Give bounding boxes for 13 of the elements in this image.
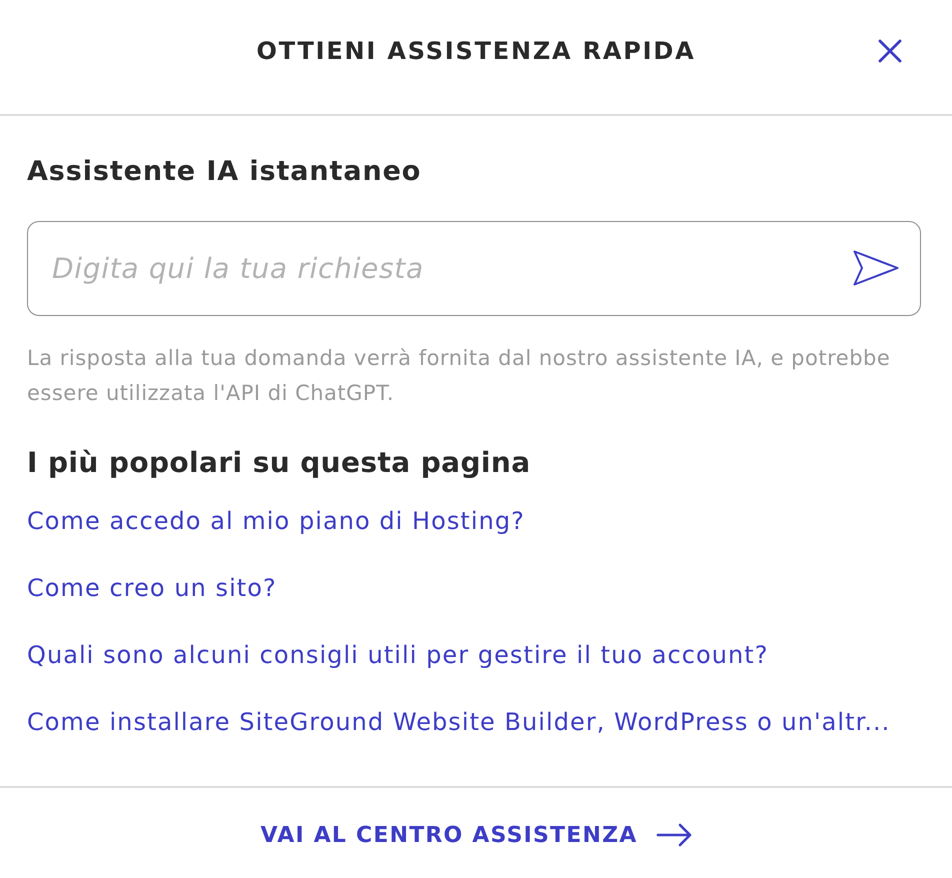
- section-heading: I più popolari su questa pagina: [27, 446, 532, 480]
- close-icon[interactable]: [878, 39, 902, 63]
- faq-link[interactable]: Come installare SiteGround Website Builder, WordPress o un'altr...: [27, 705, 890, 739]
- query-field[interactable]: Digita qui la tua richiesta: [27, 221, 921, 316]
- help-center-link[interactable]: VAI AL CENTRO ASSISTENZA: [260, 822, 638, 848]
- faq-link[interactable]: Come creo un sito?: [27, 571, 277, 605]
- send-icon[interactable]: [853, 250, 899, 286]
- section-heading: Assistente IA istantaneo: [27, 156, 422, 188]
- dialog-title: OTTIENI ASSISTENZA RAPIDA: [256, 37, 696, 65]
- faq-link[interactable]: Quali sono alcuni consigli utili per gestire il tuo account?: [27, 638, 769, 672]
- arrow-right-icon[interactable]: [656, 823, 692, 847]
- faq-link[interactable]: Come accedo al mio piano di Hosting?: [27, 504, 525, 538]
- disclaimer-text: La risposta alla tua domanda verrà fornita dal nostro assistente IA, e potrebbe essere utilizzata l'API di ChatGPT.: [27, 345, 892, 407]
